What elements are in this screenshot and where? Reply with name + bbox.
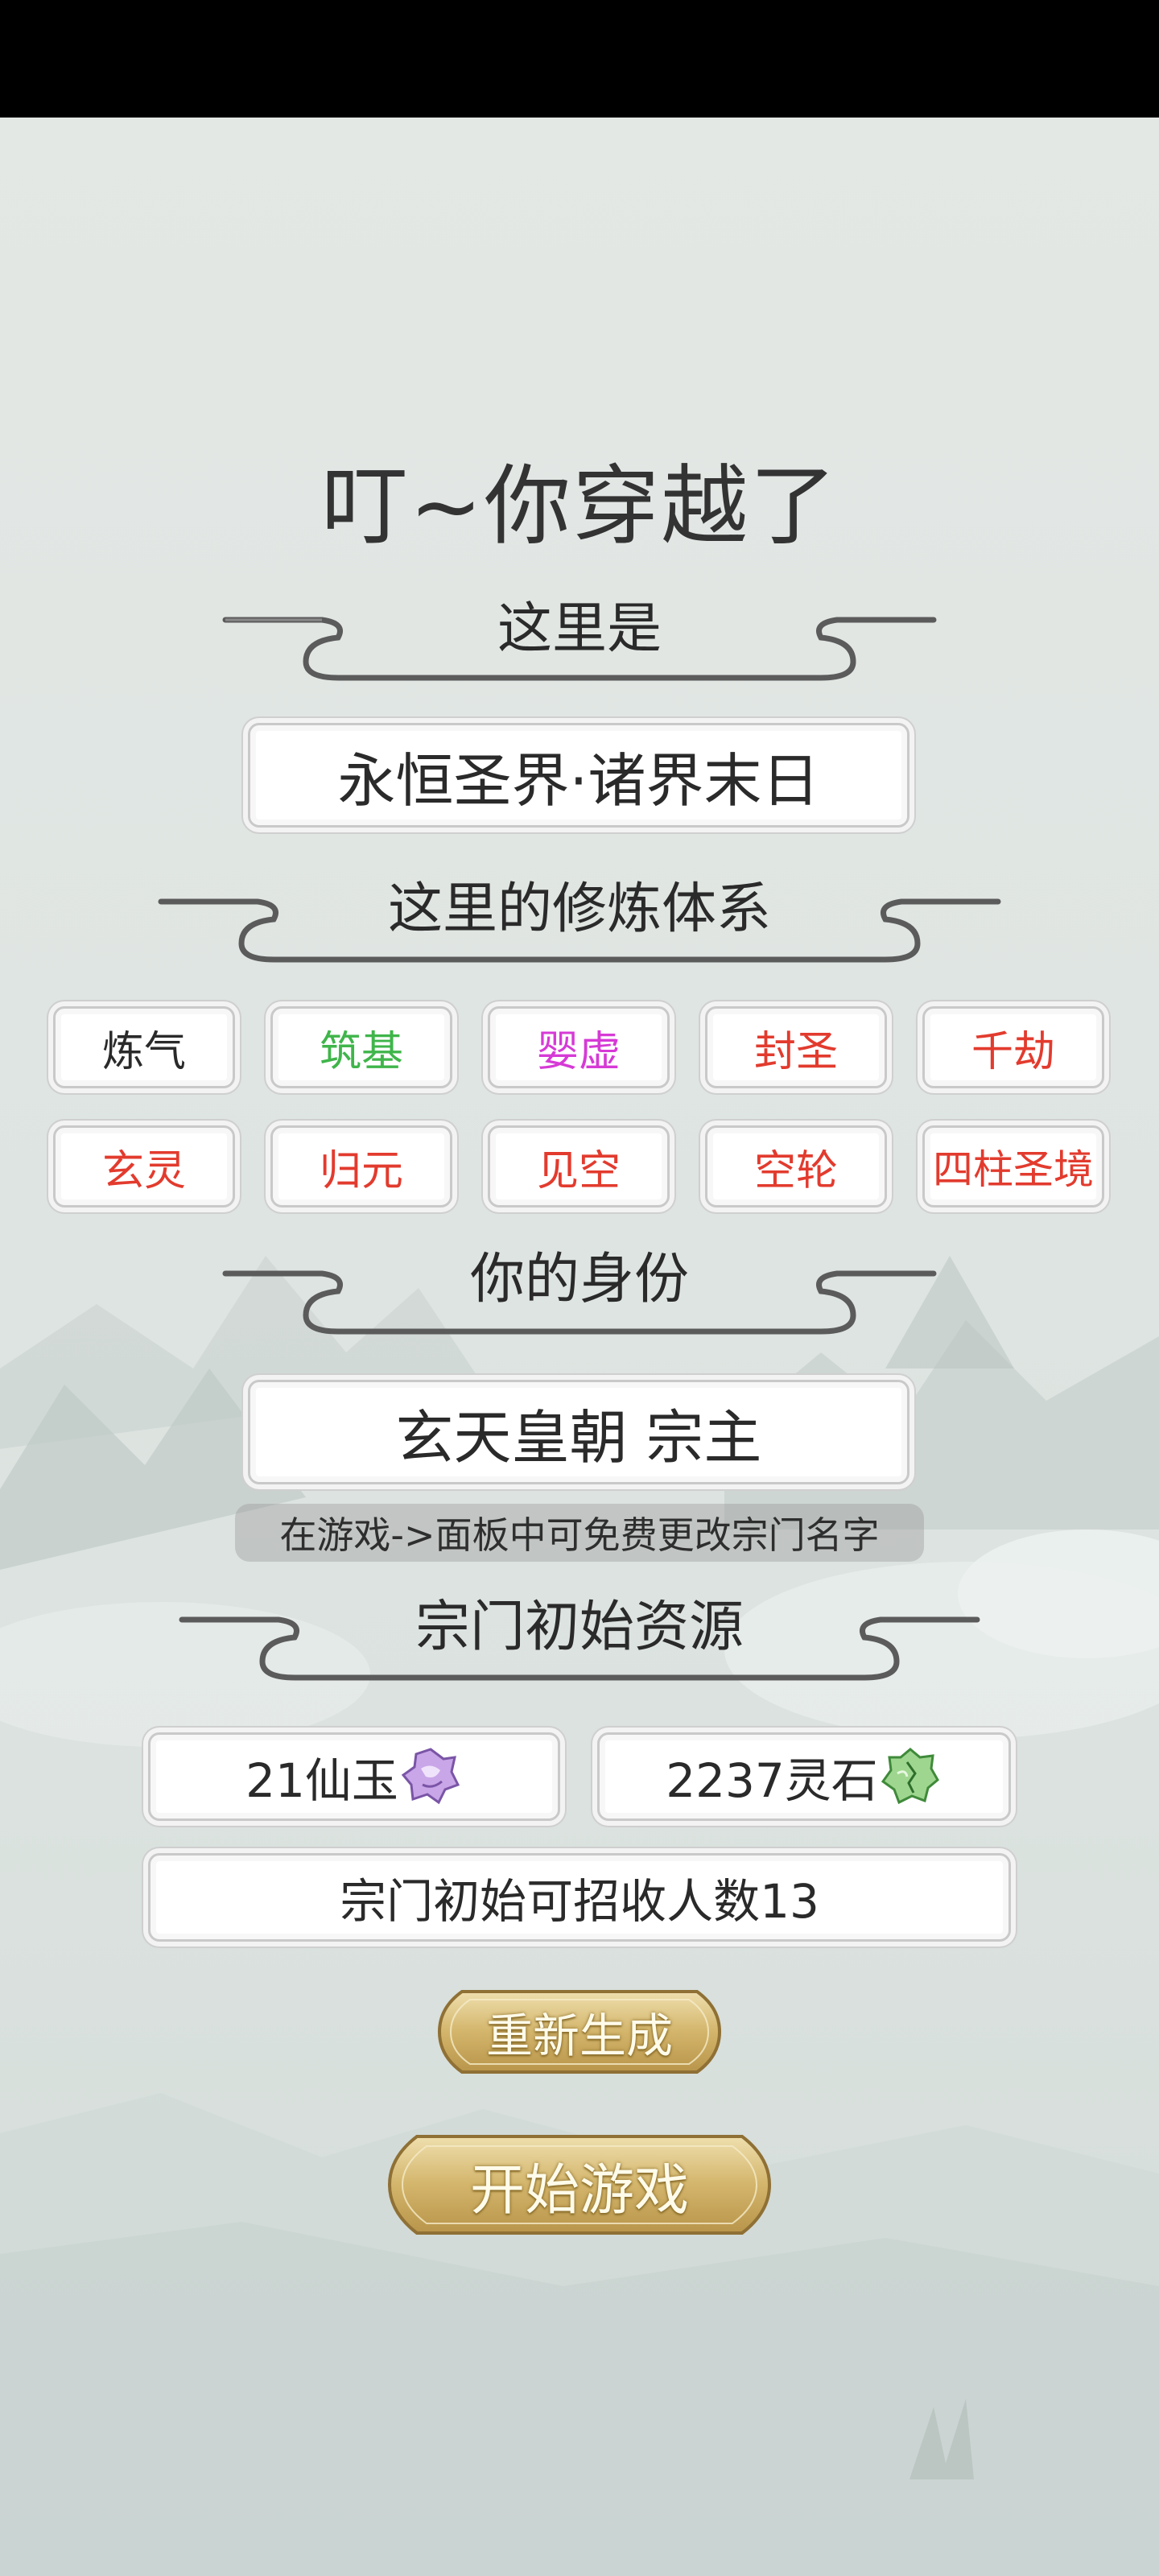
section-title-identity: 你的身份	[469, 1248, 689, 1311]
purple-jade-icon	[401, 1748, 460, 1805]
realm-item: 四柱圣境	[922, 1125, 1104, 1208]
realm-item: 空轮	[705, 1125, 887, 1208]
start-game-button[interactable]: 开始游戏	[385, 2128, 774, 2241]
page-title: 叮~你穿越了	[320, 456, 839, 557]
section-header-cultivation: 这里的修炼体系	[0, 874, 1159, 987]
section-header-resources: 宗门初始资源	[0, 1591, 1159, 1703]
realm-item: 封圣	[705, 1006, 887, 1088]
section-title-resources: 宗门初始资源	[415, 1596, 744, 1659]
section-title-cultivation: 这里的修炼体系	[387, 877, 771, 941]
realm-item: 筑基	[270, 1006, 452, 1088]
game-start-screen: 叮~你穿越了 这里是 永恒圣界·诸界末日 这里的修炼体系 炼气 筑基 婴虚 封圣…	[0, 0, 1159, 2576]
regenerate-button[interactable]: 重新生成	[435, 1984, 724, 2080]
realm-item: 玄灵	[53, 1125, 235, 1208]
world-name: 永恒圣界·诸界末日	[337, 746, 820, 815]
spirit-stone-resource-box: 2237灵石	[597, 1732, 1011, 1821]
identity-box: 玄天皇朝 宗主	[248, 1380, 909, 1484]
recruit-capacity: 宗门初始可招收人数13	[340, 1874, 819, 1929]
recruit-capacity-box: 宗门初始可招收人数13	[148, 1853, 1011, 1942]
section-header-world: 这里是	[0, 588, 1159, 700]
rename-hint: 在游戏->面板中可免费更改宗门名字	[235, 1504, 924, 1562]
world-name-box: 永恒圣界·诸界末日	[248, 723, 909, 828]
realm-item: 归元	[270, 1125, 452, 1208]
realm-item: 见空	[488, 1125, 670, 1208]
regenerate-label: 重新生成	[485, 2008, 673, 2063]
realm-item: 炼气	[53, 1006, 235, 1088]
realm-item: 千劫	[922, 1006, 1104, 1088]
start-game-label: 开始游戏	[469, 2158, 689, 2223]
section-title-world: 这里是	[497, 597, 662, 661]
green-spirit-stone-icon	[881, 1748, 939, 1805]
spirit-stone-amount: 2237灵石	[666, 1753, 878, 1808]
jade-resource-box: 21仙玉	[148, 1732, 560, 1821]
identity-value: 玄天皇朝 宗主	[395, 1403, 762, 1472]
jade-amount: 21仙玉	[245, 1753, 398, 1808]
section-header-identity: 你的身份	[0, 1241, 1159, 1354]
realm-item: 婴虚	[488, 1006, 670, 1088]
